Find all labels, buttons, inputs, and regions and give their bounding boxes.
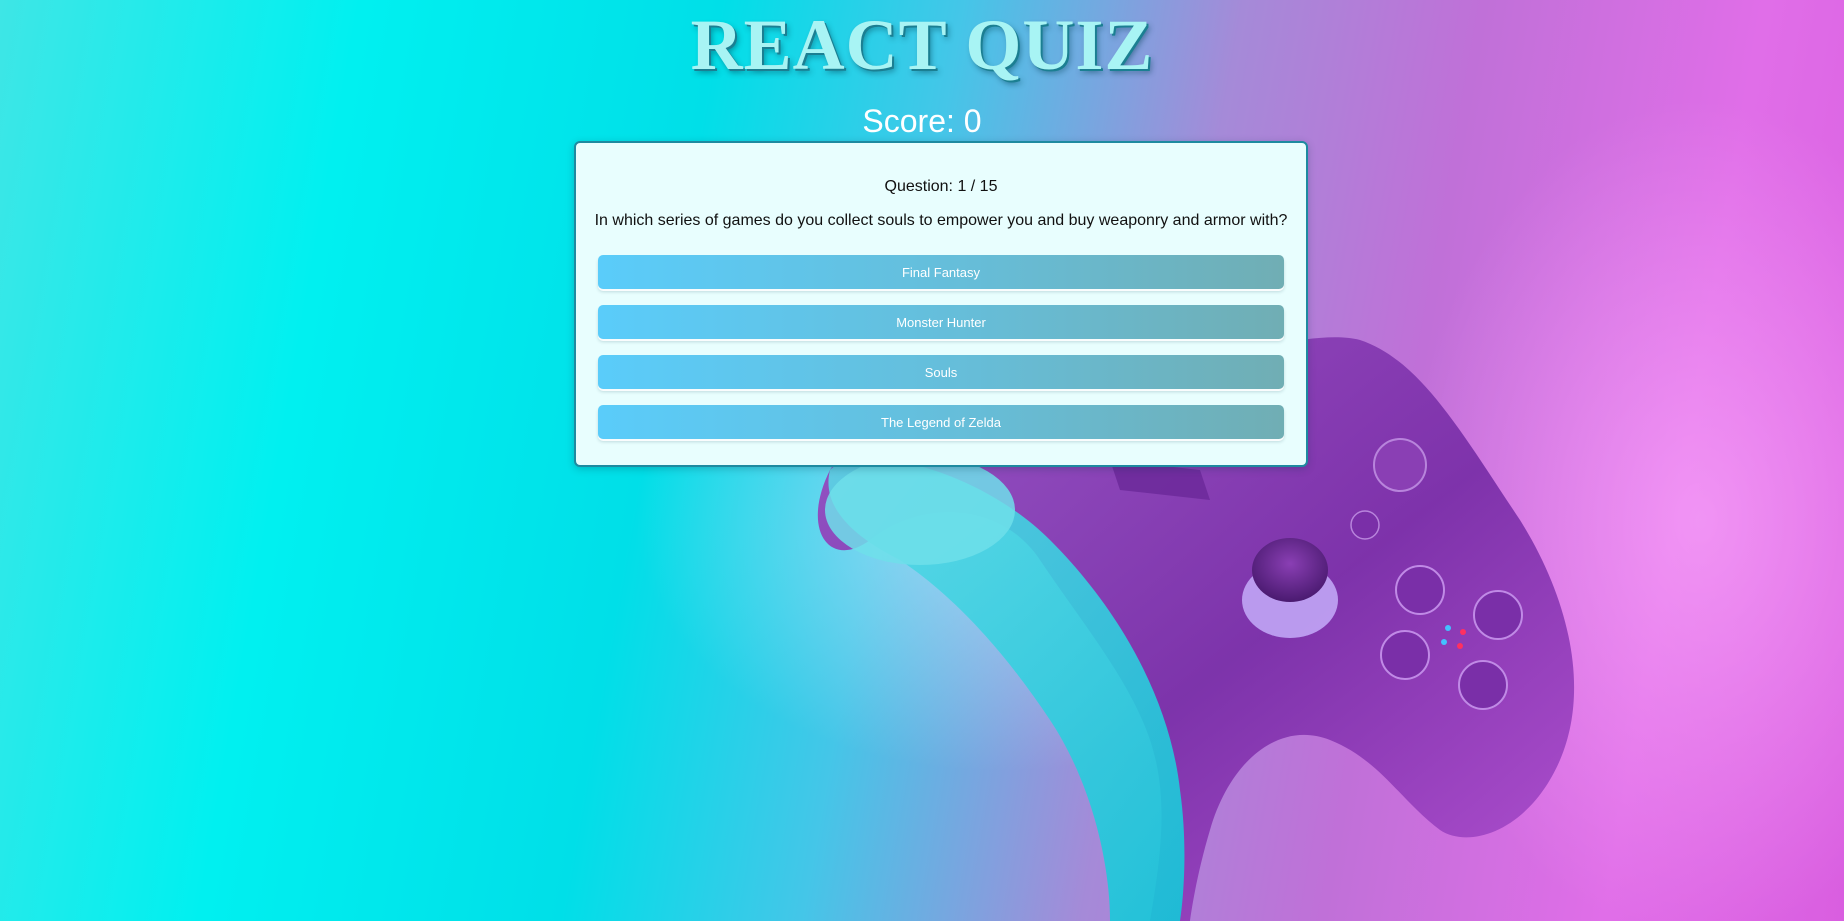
answer-button-souls[interactable]: Souls [598,355,1284,389]
answer-button-legend-of-zelda[interactable]: The Legend of Zelda [598,405,1284,439]
question-counter: Question: 1 / 15 [884,178,998,195]
answer-list: Final Fantasy Monster Hunter Souls The L… [598,255,1284,455]
answer-button-monster-hunter[interactable]: Monster Hunter [598,305,1284,339]
question-card: Question: 1 / 15 In which series of game… [574,141,1308,467]
question-text: In which series of games do you collect … [594,212,1288,229]
score-display: Score: 0 [862,103,982,139]
page-title: REACT QUIZ [690,5,1154,85]
answer-button-final-fantasy[interactable]: Final Fantasy [598,255,1284,289]
